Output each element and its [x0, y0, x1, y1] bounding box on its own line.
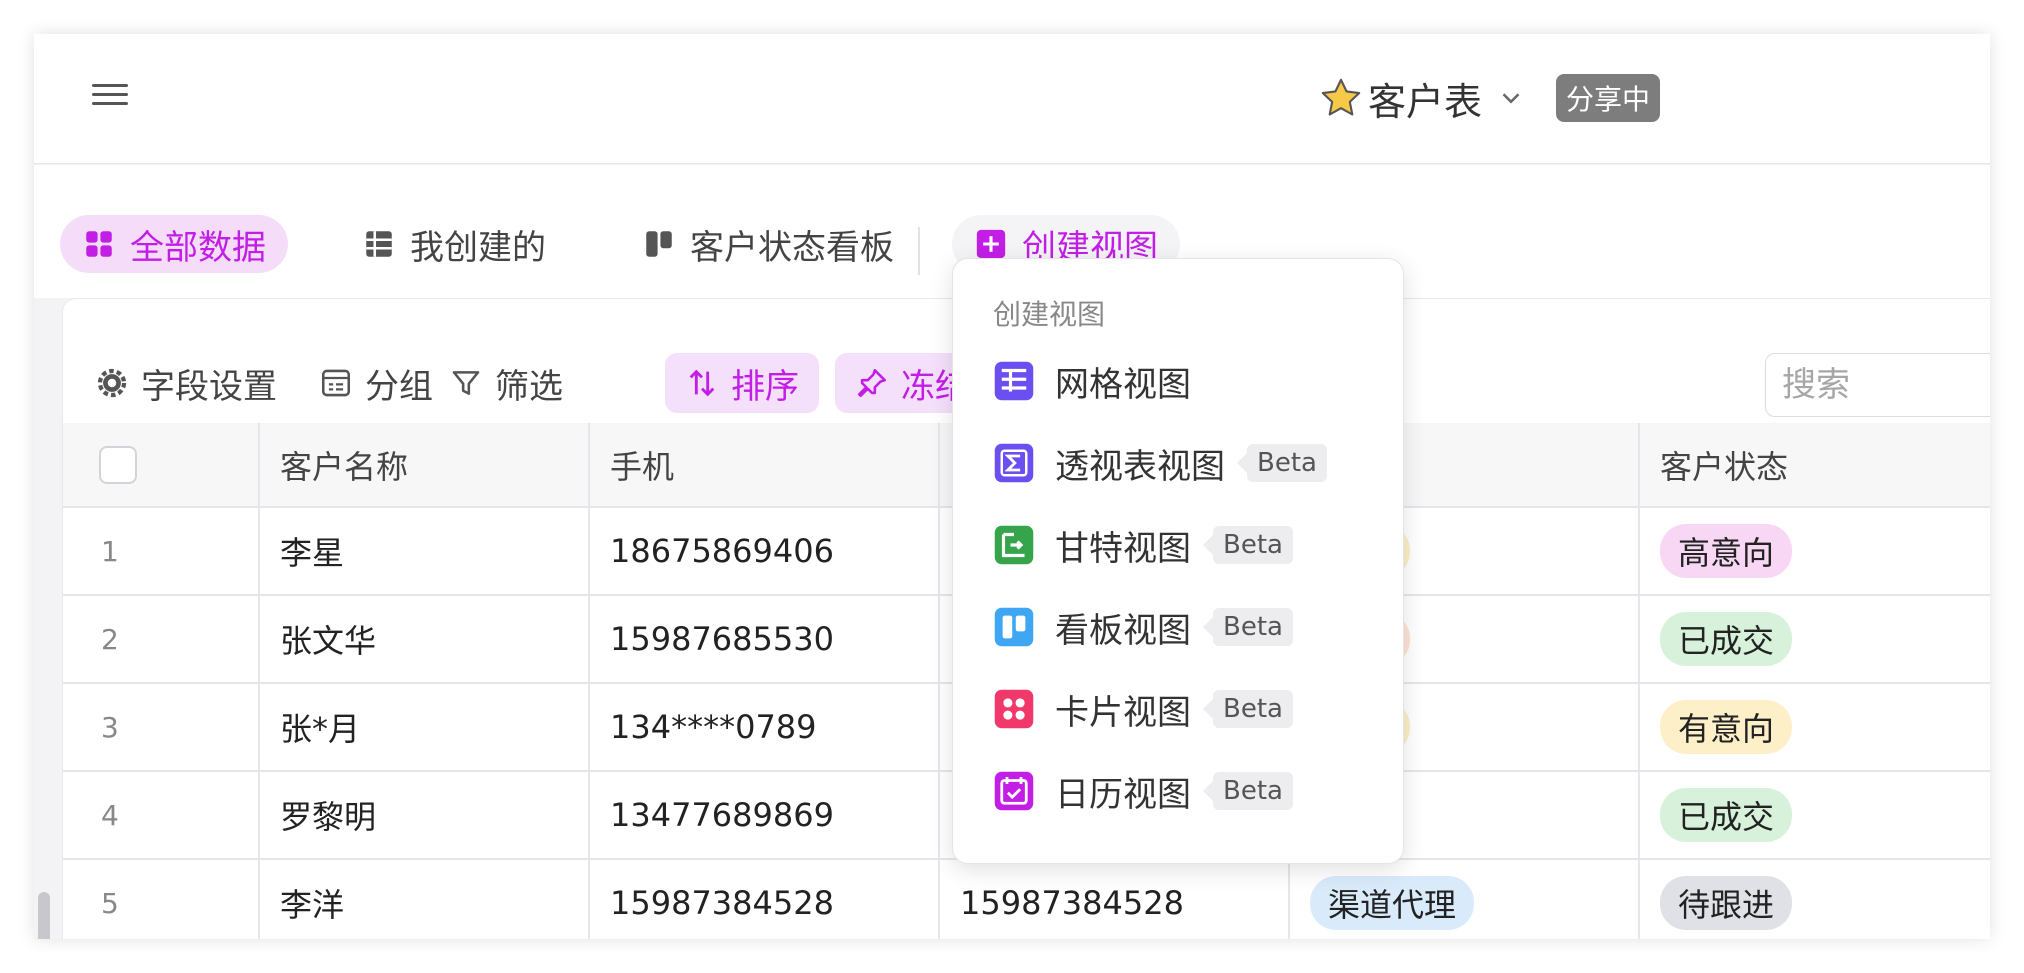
status-badge: 待跟进	[1660, 876, 1793, 930]
dropdown-title: 创建视图	[993, 298, 1106, 331]
column-header-phone[interactable]: 手机	[589, 423, 940, 508]
row-number: 1	[63, 507, 260, 596]
grid-icon	[86, 231, 112, 257]
vertical-scrollbar[interactable]	[38, 892, 50, 939]
create-view-dropdown: 创建视图 网格视图 透视表视图 Beta 甘特视图 Beta 看板视图 Beta…	[952, 258, 1404, 864]
star-icon[interactable]	[1318, 75, 1364, 121]
row-number: 4	[63, 771, 260, 860]
tab-created-by-me[interactable]: 我创建的	[340, 215, 568, 273]
menu-item-card-view[interactable]: 卡片视图 Beta	[993, 679, 1293, 739]
calendar-icon	[994, 771, 1034, 811]
pin-icon	[857, 368, 887, 398]
cell-status[interactable]: 已成交	[1639, 595, 1990, 684]
cell-name[interactable]: 李星	[259, 507, 590, 596]
beta-badge: Beta	[1203, 690, 1293, 728]
menu-item-gantt-view[interactable]: 甘特视图 Beta	[993, 515, 1293, 575]
cell-status[interactable]: 已成交	[1639, 771, 1990, 860]
tab-divider	[918, 227, 920, 275]
menu-item-label: 透视表视图	[1055, 446, 1225, 487]
field-settings-button[interactable]: 字段设置	[75, 353, 297, 413]
row-number: 3	[63, 683, 260, 772]
menu-icon[interactable]	[92, 84, 128, 110]
beta-badge: Beta	[1237, 444, 1327, 482]
field-settings-label: 字段设置	[141, 366, 277, 407]
select-all-checkbox[interactable]	[99, 445, 137, 484]
kanban-view-icon	[994, 607, 1034, 647]
cell-status[interactable]: 有意向	[1639, 683, 1990, 772]
cell-phone[interactable]: 18675869406	[589, 507, 940, 596]
header: 客户表 分享中	[34, 34, 1990, 164]
cell-phone[interactable]: 13477689869	[589, 771, 940, 860]
column-header-status[interactable]: 客户状态	[1639, 423, 1990, 508]
chevron-down-icon[interactable]	[1496, 83, 1526, 113]
source-tag: 渠道代理	[1310, 876, 1475, 930]
tab-label: 全部数据	[130, 227, 266, 268]
row-number: 2	[63, 595, 260, 684]
share-status-badge[interactable]: 分享中	[1556, 74, 1661, 122]
status-badge: 已成交	[1660, 612, 1793, 666]
table-row[interactable]: 5 李洋 15987384528 15987384528 渠道代理 待跟进	[63, 859, 1990, 939]
group-label: 分组	[365, 366, 433, 407]
title-text: 客户表	[1368, 79, 1483, 124]
tab-label: 客户状态看板	[690, 227, 894, 268]
beta-badge: Beta	[1203, 772, 1293, 810]
sigma-icon	[994, 443, 1034, 483]
row-number: 5	[63, 859, 260, 939]
tab-all-data[interactable]: 全部数据	[60, 215, 288, 273]
beta-badge: Beta	[1203, 526, 1293, 564]
menu-item-label: 甘特视图	[1055, 528, 1191, 569]
menu-item-label: 网格视图	[1055, 364, 1191, 405]
menu-item-kanban-view[interactable]: 看板视图 Beta	[993, 597, 1293, 657]
cell-name[interactable]: 罗黎明	[259, 771, 590, 860]
grid-view-icon	[994, 361, 1034, 401]
gantt-icon	[994, 525, 1034, 565]
filter-icon	[452, 371, 480, 395]
sort-label: 排序	[731, 366, 799, 407]
status-badge: 已成交	[1660, 788, 1793, 842]
status-badge: 高意向	[1660, 524, 1793, 578]
cell-source[interactable]: 渠道代理	[1289, 859, 1640, 939]
cell-status[interactable]: 待跟进	[1639, 859, 1990, 939]
table-title[interactable]: 客户表 分享中	[1318, 72, 1661, 124]
cell-phone2[interactable]: 15987384528	[939, 859, 1290, 939]
tab-label: 我创建的	[410, 227, 546, 268]
sort-icon	[689, 369, 715, 397]
filter-label: 筛选	[495, 366, 563, 407]
cell-phone[interactable]: 134****0789	[589, 683, 940, 772]
menu-item-label: 卡片视图	[1055, 692, 1191, 733]
status-badge: 有意向	[1660, 700, 1793, 754]
menu-item-calendar-view[interactable]: 日历视图 Beta	[993, 761, 1293, 821]
kanban-icon	[646, 231, 672, 257]
group-icon	[321, 369, 351, 397]
column-header-name[interactable]: 客户名称	[259, 423, 590, 508]
tab-status-kanban[interactable]: 客户状态看板	[620, 215, 916, 273]
cell-name[interactable]: 李洋	[259, 859, 590, 939]
filter-button[interactable]: 筛选	[429, 353, 583, 413]
list-icon	[366, 231, 392, 257]
menu-item-grid-view[interactable]: 网格视图	[993, 351, 1191, 411]
menu-item-pivot-view[interactable]: 透视表视图 Beta	[993, 433, 1327, 493]
search-input[interactable]	[1765, 353, 1990, 417]
cell-name[interactable]: 张*月	[259, 683, 590, 772]
select-all-cell	[63, 423, 260, 508]
cell-name[interactable]: 张文华	[259, 595, 590, 684]
menu-item-label: 日历视图	[1055, 774, 1191, 815]
gear-icon	[97, 368, 127, 398]
sort-button[interactable]: 排序	[665, 353, 819, 413]
card-view-icon	[994, 689, 1034, 729]
cell-phone[interactable]: 15987685530	[589, 595, 940, 684]
cell-status[interactable]: 高意向	[1639, 507, 1990, 596]
cell-phone[interactable]: 15987384528	[589, 859, 940, 939]
menu-item-label: 看板视图	[1055, 610, 1191, 651]
plus-square-icon	[976, 229, 1006, 259]
beta-badge: Beta	[1203, 608, 1293, 646]
